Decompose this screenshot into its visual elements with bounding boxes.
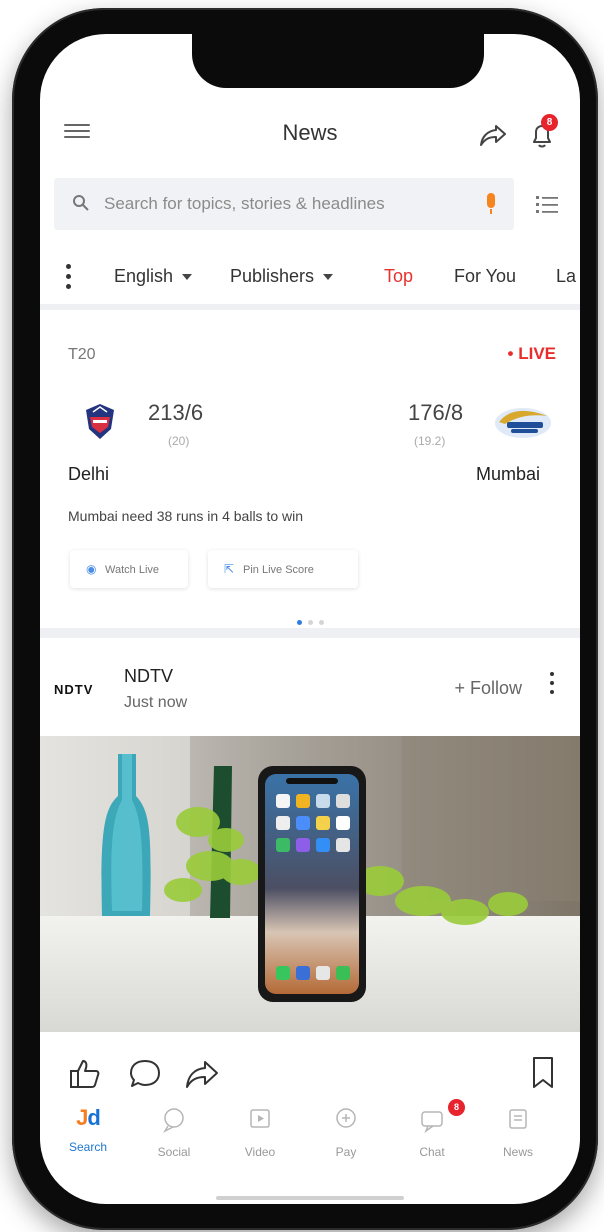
tab-latest[interactable]: La	[556, 266, 576, 287]
nav-label-video: Video	[244, 1145, 276, 1159]
chevron-down-icon	[323, 274, 334, 281]
search-box[interactable]	[54, 178, 514, 230]
jd-logo-icon: Jd	[76, 1105, 101, 1130]
comment-icon[interactable]	[128, 1057, 162, 1091]
watch-live-button[interactable]: ◉ Watch Live	[70, 550, 188, 588]
news-card[interactable]: NDTV NDTV Just now + Follow	[40, 646, 580, 1088]
team-right-overs: (19.2)	[414, 434, 446, 448]
nav-label-news: News	[502, 1145, 533, 1159]
tab-top[interactable]: Top	[384, 266, 413, 287]
match-type: T20	[68, 346, 96, 363]
match-status: Mumbai need 38 runs in 4 balls to win	[68, 508, 304, 524]
follow-button[interactable]: + Follow	[454, 678, 522, 699]
phone-notch	[192, 34, 484, 88]
carousel-dot[interactable]	[296, 620, 302, 625]
pin-live-score-label: Pin Live Score	[243, 564, 314, 576]
nav-label-chat: Chat	[419, 1145, 445, 1159]
filter-more-icon[interactable]	[64, 264, 72, 294]
team-left-score: 213/6	[148, 400, 204, 425]
chat-badge: 8	[448, 1099, 465, 1116]
team-right-score: 176/8	[408, 400, 464, 425]
pay-icon	[336, 1108, 356, 1128]
delhi-team-logo	[86, 404, 114, 439]
mumbai-team-logo	[495, 408, 551, 438]
publisher-name[interactable]: NDTV	[124, 666, 173, 687]
bottom-navigation: Jd Search Social Video Pay 8 Chat News	[40, 1099, 580, 1166]
carousel-dots	[40, 612, 580, 625]
app-screen: News 8 Search for topics, stories & head…	[40, 34, 580, 1204]
share-icon[interactable]	[478, 122, 508, 148]
notification-bell-icon[interactable]: 8	[528, 114, 558, 150]
team-left-name: Delhi	[68, 464, 110, 484]
nav-label-social: Social	[157, 1145, 191, 1159]
team-right-name: Mumbai	[476, 464, 541, 484]
notification-badge: 8	[541, 114, 558, 131]
nav-item-social[interactable]: Social	[144, 1102, 204, 1159]
publisher-logo: NDTV	[54, 682, 94, 697]
video-icon	[250, 1109, 270, 1128]
list-view-icon[interactable]	[536, 194, 558, 214]
article-image[interactable]	[40, 736, 580, 1032]
live-score-card[interactable]: T20 • LIVE 213/6 (20) Delhi 176/8 (19.2)…	[40, 316, 580, 638]
share-icon[interactable]	[184, 1056, 220, 1090]
more-options-icon[interactable]	[548, 672, 556, 702]
pin-live-score-button[interactable]: ⇱ Pin Live Score	[208, 550, 358, 588]
nav-item-pay[interactable]: Pay	[316, 1102, 376, 1159]
filter-row: English Publishers Top For You La	[40, 248, 580, 310]
watch-live-label: Watch Live	[105, 564, 160, 576]
nav-label-pay: Pay	[335, 1145, 357, 1159]
bookmark-icon[interactable]	[530, 1056, 556, 1090]
social-icon	[163, 1108, 184, 1133]
pin-icon: ⇱	[224, 562, 235, 576]
chat-icon	[421, 1111, 443, 1134]
publishers-dropdown[interactable]: Publishers	[230, 266, 334, 287]
microphone-icon[interactable]	[484, 192, 498, 216]
nav-item-search[interactable]: Jd Search	[58, 1102, 118, 1154]
nav-item-chat[interactable]: 8 Chat	[402, 1099, 465, 1159]
home-indicator[interactable]	[216, 1196, 404, 1200]
tab-for-you[interactable]: For You	[454, 266, 516, 287]
phone-frame: News 8 Search for topics, stories & head…	[12, 8, 598, 1230]
carousel-dot[interactable]	[307, 620, 313, 625]
carousel-dot[interactable]	[318, 620, 324, 625]
search-input[interactable]	[102, 178, 462, 230]
news-icon	[509, 1109, 527, 1129]
live-badge: • LIVE	[507, 344, 556, 363]
nav-item-video[interactable]: Video	[230, 1102, 290, 1159]
language-label: English	[114, 266, 174, 286]
chevron-down-icon	[182, 274, 193, 281]
team-left-overs: (20)	[168, 434, 190, 448]
language-dropdown[interactable]: English	[114, 266, 193, 287]
play-icon: ◉	[86, 562, 97, 576]
search-icon	[73, 195, 89, 211]
nav-label-search: Search	[68, 1140, 108, 1154]
top-header: News 8	[40, 102, 580, 166]
publish-time: Just now	[124, 694, 188, 711]
like-icon[interactable]	[68, 1056, 102, 1090]
nav-item-news[interactable]: News	[488, 1102, 548, 1159]
publishers-label: Publishers	[230, 266, 315, 286]
